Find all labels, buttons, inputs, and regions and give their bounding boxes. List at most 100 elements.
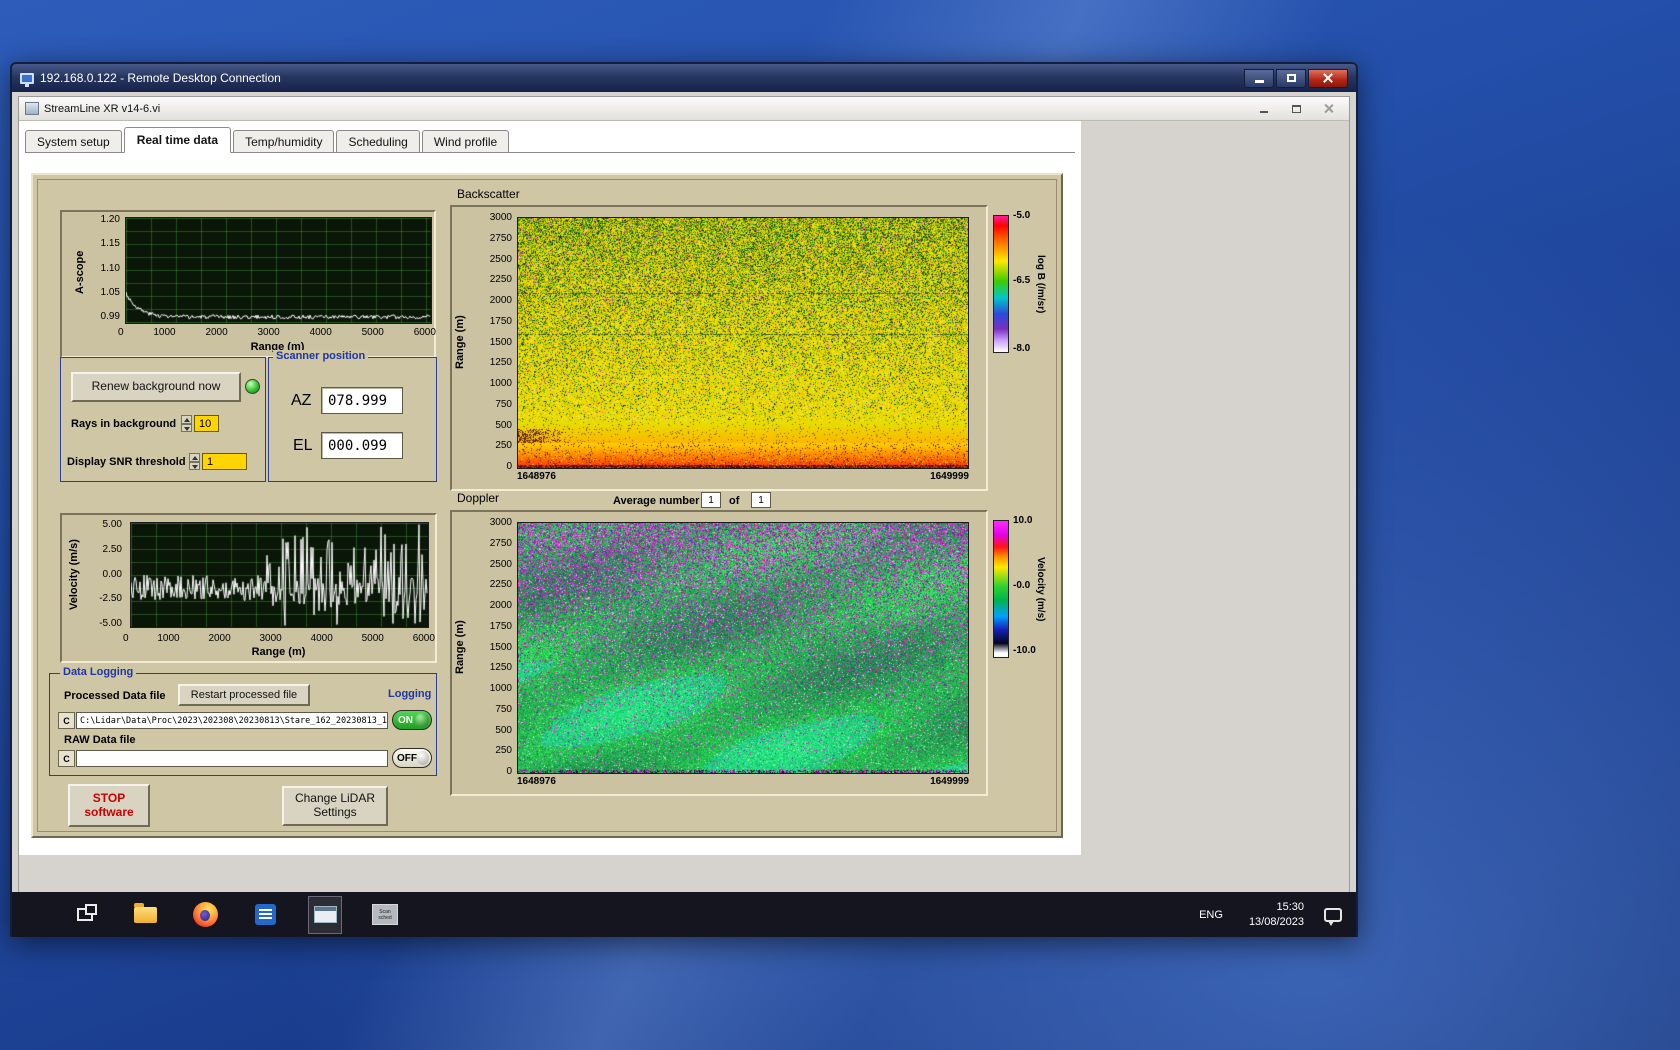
tick-label: 1250 xyxy=(489,357,512,369)
scanner-position-title: Scanner position xyxy=(273,350,369,362)
app-titlebar[interactable]: StreamLine XR v14-6.vi xyxy=(19,97,1349,121)
backscatter-y-axis: 3000 2750 2500 2250 2000 1750 1500 1250 1000 750 5… xyxy=(470,212,512,472)
remote-desktop-screen: StreamLine XR v14-6.vi System setup Real… xyxy=(12,92,1356,937)
processed-path-drive-button[interactable]: C xyxy=(58,712,75,729)
tick-label: 3000 xyxy=(257,327,280,338)
taskbar: Scan sched ENG 15:30 13/08/2023 xyxy=(12,892,1356,937)
tab-scheduling[interactable]: Scheduling xyxy=(336,130,420,152)
renew-background-button[interactable]: Renew background now xyxy=(71,372,241,402)
app-minimize-button[interactable] xyxy=(1255,102,1273,116)
raw-path-drive-button[interactable]: C xyxy=(58,750,75,767)
processed-logging-toggle[interactable]: ON xyxy=(392,710,432,730)
doppler-colorbar-max: 10.0 xyxy=(1013,515,1033,526)
file-explorer-button[interactable] xyxy=(128,896,162,934)
spinner-down-icon[interactable] xyxy=(189,461,200,470)
backscatter-title: Backscatter xyxy=(457,187,520,201)
raw-logging-toggle[interactable]: OFF xyxy=(392,748,432,768)
tab-temp-humidity[interactable]: Temp/humidity xyxy=(233,130,335,152)
language-indicator[interactable]: ENG xyxy=(1193,905,1229,925)
tab-wind-profile[interactable]: Wind profile xyxy=(421,130,510,152)
app-close-button[interactable] xyxy=(1319,102,1337,116)
snr-spinner[interactable] xyxy=(189,453,200,470)
rays-value-field[interactable]: 10 xyxy=(194,415,219,432)
minimize-icon xyxy=(1260,111,1268,113)
clock-date: 13/08/2023 xyxy=(1248,915,1304,928)
main-panel: A-scope 1.20 1.15 1.10 1.05 0.99 0 1000 2000 30… xyxy=(31,173,1063,838)
tick-label: 1.20 xyxy=(100,214,120,225)
firefox-button[interactable] xyxy=(188,896,222,934)
task-view-button[interactable] xyxy=(68,896,102,934)
tick-label: 2000 xyxy=(205,327,228,338)
app-blue-button[interactable] xyxy=(248,896,282,934)
tick-label: 2500 xyxy=(489,558,512,570)
tick-label: 1000 xyxy=(153,327,176,338)
tick-label: 750 xyxy=(495,703,512,715)
clock-time: 15:30 xyxy=(1276,900,1304,913)
maximize-icon xyxy=(1286,74,1296,82)
az-field[interactable]: 078.999 xyxy=(321,387,403,414)
doppler-y-axis: 3000 2750 2500 2250 2000 1750 1500 1250 1000 750 5… xyxy=(470,517,512,777)
raw-data-file-label: RAW Data file xyxy=(64,734,136,746)
spinner-down-icon[interactable] xyxy=(181,423,192,432)
background-controls-group: Renew background now Rays in background … xyxy=(60,357,266,482)
tick-label: 5.00 xyxy=(102,519,122,530)
rays-spinner[interactable] xyxy=(181,415,192,432)
desktop-background: 192.168.0.122 - Remote Desktop Connectio… xyxy=(0,0,1680,1050)
average-of-field[interactable]: 1 xyxy=(751,492,771,508)
minimize-icon xyxy=(1254,79,1264,83)
rdp-maximize-button[interactable] xyxy=(1276,68,1306,88)
snr-value-field[interactable]: 1 xyxy=(202,453,247,470)
tick-label: 6000 xyxy=(412,633,435,644)
doppler-x-start: 1648976 xyxy=(517,776,556,787)
velocity-x-axis: 0 1000 2000 3000 4000 5000 6000 xyxy=(123,633,435,644)
active-app-button[interactable] xyxy=(308,895,342,934)
folder-icon xyxy=(133,902,157,923)
toggle-on-label: ON xyxy=(398,714,413,726)
backscatter-x-end: 1649999 xyxy=(930,471,969,482)
rdp-minimize-button[interactable] xyxy=(1244,68,1274,88)
el-field[interactable]: 000.099 xyxy=(321,432,403,459)
notification-icon[interactable] xyxy=(1324,907,1342,926)
doppler-colorbar-min: -10.0 xyxy=(1013,645,1036,656)
tick-label: 4000 xyxy=(310,633,333,644)
rdp-titlebar[interactable]: 192.168.0.122 - Remote Desktop Connectio… xyxy=(12,64,1356,92)
stop-software-button[interactable]: STOP software xyxy=(68,784,150,827)
tick-label: 1.10 xyxy=(100,262,120,274)
restart-processed-file-button[interactable]: Restart processed file xyxy=(178,684,310,706)
tick-label: 2500 xyxy=(489,253,512,265)
firefox-icon xyxy=(192,902,218,927)
doppler-plot-frame: Range (m) 3000 2750 2500 2250 2000 1750 1500 12… xyxy=(450,510,988,796)
backscatter-colorbar-max: -5.0 xyxy=(1013,210,1031,221)
tick-label: 2000 xyxy=(489,295,512,306)
scan-scheduler-button[interactable]: Scan sched xyxy=(368,896,402,934)
velocity-x-axis-label: Range (m) xyxy=(251,646,306,658)
tab-real-time-data[interactable]: Real time data xyxy=(123,127,232,153)
backscatter-x-start: 1648976 xyxy=(517,471,556,482)
tab-system-setup[interactable]: System setup xyxy=(25,130,122,152)
logging-label: Logging xyxy=(388,688,432,700)
backscatter-plot-frame: Range (m) 3000 2750 2500 2250 2000 1750 1500 12… xyxy=(450,205,988,491)
toggle-off-label: OFF xyxy=(397,752,417,764)
change-lidar-settings-button[interactable]: Change LiDAR Settings xyxy=(282,786,388,826)
average-number-field[interactable]: 1 xyxy=(701,492,721,508)
spinner-up-icon[interactable] xyxy=(181,415,192,424)
tick-label: 5000 xyxy=(361,633,384,644)
rdp-computer-icon xyxy=(20,72,34,87)
tick-label: 1000 xyxy=(489,683,512,694)
doppler-colorbar-label: Velocity (m/s) xyxy=(1035,556,1046,622)
rdp-close-button[interactable] xyxy=(1308,68,1348,88)
app-window-title: StreamLine XR v14-6.vi xyxy=(44,102,161,115)
spinner-up-icon[interactable] xyxy=(189,453,200,462)
app-restore-button[interactable] xyxy=(1287,102,1305,116)
vi-app-icon xyxy=(25,102,39,115)
scan-scheduler-icon: Scan sched xyxy=(372,904,398,925)
rdp-window: 192.168.0.122 - Remote Desktop Connectio… xyxy=(10,62,1358,937)
average-number-label: Average number xyxy=(613,495,700,507)
backscatter-y-axis-label: Range (m) xyxy=(454,315,466,369)
doppler-heatmap-canvas xyxy=(517,522,969,774)
taskbar-clock[interactable]: 15:30 13/08/2023 xyxy=(1249,900,1304,930)
processed-path-field[interactable]: C:\Lidar\Data\Proc\2023\202308\20230813\… xyxy=(76,712,388,729)
raw-path-field[interactable] xyxy=(76,750,388,767)
tick-label: 4000 xyxy=(309,327,332,338)
stop-line1: STOP xyxy=(92,790,126,805)
